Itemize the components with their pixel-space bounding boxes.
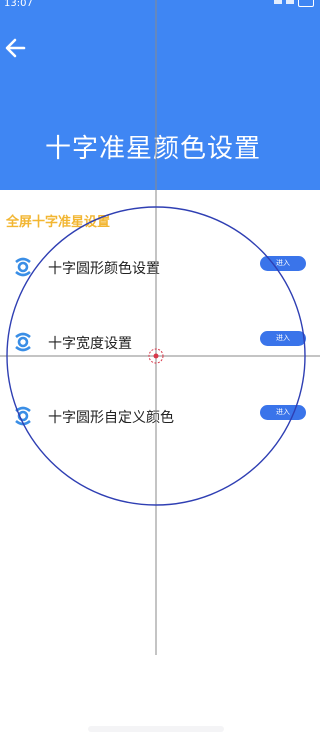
status-time: 13:07 xyxy=(4,0,33,9)
enter-button[interactable]: 进入 xyxy=(260,331,306,346)
signal-icon xyxy=(274,0,282,4)
app-header: 13:07 十字准星颜色设置 xyxy=(0,0,320,190)
status-icons xyxy=(274,0,314,7)
wifi-icon xyxy=(286,0,294,4)
settings-icon xyxy=(15,257,31,277)
enter-button[interactable]: 进入 xyxy=(260,256,306,271)
settings-icon xyxy=(15,332,31,352)
arrow-left-icon xyxy=(5,38,26,58)
list-item-circle-color[interactable]: 十字圆形颜色设置 进入 xyxy=(0,254,320,282)
list-item-label: 十字圆形颜色设置 xyxy=(48,261,160,277)
list-item-custom-color[interactable]: 十字圆形自定义颜色 进入 xyxy=(0,403,320,431)
enter-button[interactable]: 进入 xyxy=(260,405,306,420)
settings-icon xyxy=(15,406,31,426)
section-label: 全屏十字准星设置 xyxy=(6,215,111,230)
status-bar: 13:07 xyxy=(0,0,320,14)
page-title: 十字准星颜色设置 xyxy=(44,134,261,164)
battery-icon xyxy=(298,0,314,7)
back-button[interactable] xyxy=(2,34,30,62)
home-indicator[interactable] xyxy=(88,726,224,732)
list-item-width[interactable]: 十字宽度设置 进入 xyxy=(0,329,320,357)
list-item-label: 十字宽度设置 xyxy=(48,336,132,352)
list-item-label: 十字圆形自定义颜色 xyxy=(48,410,174,426)
